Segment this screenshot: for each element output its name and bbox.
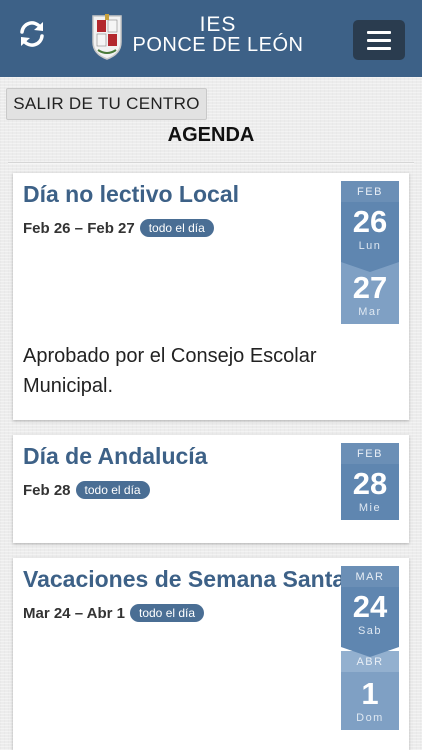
event-title[interactable]: Día de Andalucía [23, 443, 207, 470]
all-day-badge: todo el día [130, 604, 205, 622]
app-header: IES PONCE DE LEÓN [0, 0, 422, 77]
calendar-day-number: 28 [352, 466, 388, 501]
calendar-day-number: 27 [352, 270, 388, 305]
event-card[interactable]: Día de Andalucía Feb 28 todo el día FEB … [13, 435, 409, 543]
refresh-button[interactable] [14, 16, 50, 52]
hamburger-menu-icon [367, 38, 391, 42]
calendar-month: FEB [341, 443, 399, 464]
school-crest-logo [89, 12, 125, 62]
calendar-weekday: Mar [358, 306, 382, 318]
calendar-start-day: 26 Lun [341, 202, 399, 272]
calendar-weekday: Sab [357, 625, 383, 637]
event-card[interactable]: Vacaciones de Semana Santa Mar 24 – Abr … [13, 558, 409, 750]
calendar-badge: FEB 26 Lun 27 Mar [341, 181, 399, 324]
divider [8, 162, 414, 164]
calendar-weekday: Mie [358, 502, 382, 514]
calendar-badge: MAR 24 Sab ABR 1 Dom [341, 566, 399, 730]
event-date-range: Mar 24 – Abr 1 [23, 604, 125, 622]
hamburger-menu-icon [367, 30, 391, 34]
calendar-badge: FEB 28 Mie [341, 443, 399, 520]
school-name-line1: IES [199, 13, 237, 36]
calendar-start-day: 28 Mie [341, 464, 399, 520]
calendar-weekday: Lun [358, 240, 382, 252]
calendar-month: MAR [341, 566, 399, 587]
event-date-range: Feb 28 [23, 481, 71, 499]
event-title[interactable]: Vacaciones de Semana Santa [23, 566, 345, 593]
calendar-weekday: Dom [356, 712, 384, 724]
calendar-day-number: 24 [352, 589, 388, 624]
event-card[interactable]: Día no lectivo Local Feb 26 – Feb 27 tod… [13, 173, 409, 420]
event-dates: Mar 24 – Abr 1 todo el día [23, 604, 205, 622]
calendar-start-day: 24 Sab [341, 587, 399, 657]
all-day-badge: todo el día [75, 481, 150, 499]
event-description: Aprobado por el Consejo Escolar Municipa… [23, 345, 317, 397]
school-name: IES PONCE DE LEÓN [128, 14, 308, 56]
refresh-icon [20, 21, 44, 47]
calendar-end-day: 1 Dom [341, 672, 399, 730]
hamburger-menu-icon [367, 46, 391, 50]
exit-center-button[interactable]: SALIR DE TU CENTRO [6, 88, 207, 120]
calendar-month: FEB [341, 181, 399, 202]
menu-button[interactable] [353, 20, 405, 60]
calendar-day-number: 1 [361, 676, 379, 711]
calendar-day-number: 26 [352, 204, 388, 239]
event-date-range: Feb 26 – Feb 27 [23, 219, 135, 237]
school-name-line2: PONCE DE LEÓN [132, 34, 304, 56]
event-dates: Feb 28 todo el día [23, 481, 150, 499]
page-title: AGENDA [167, 124, 255, 146]
event-title[interactable]: Día no lectivo Local [23, 181, 239, 208]
all-day-badge: todo el día [139, 219, 214, 237]
event-dates: Feb 26 – Feb 27 todo el día [23, 219, 214, 237]
